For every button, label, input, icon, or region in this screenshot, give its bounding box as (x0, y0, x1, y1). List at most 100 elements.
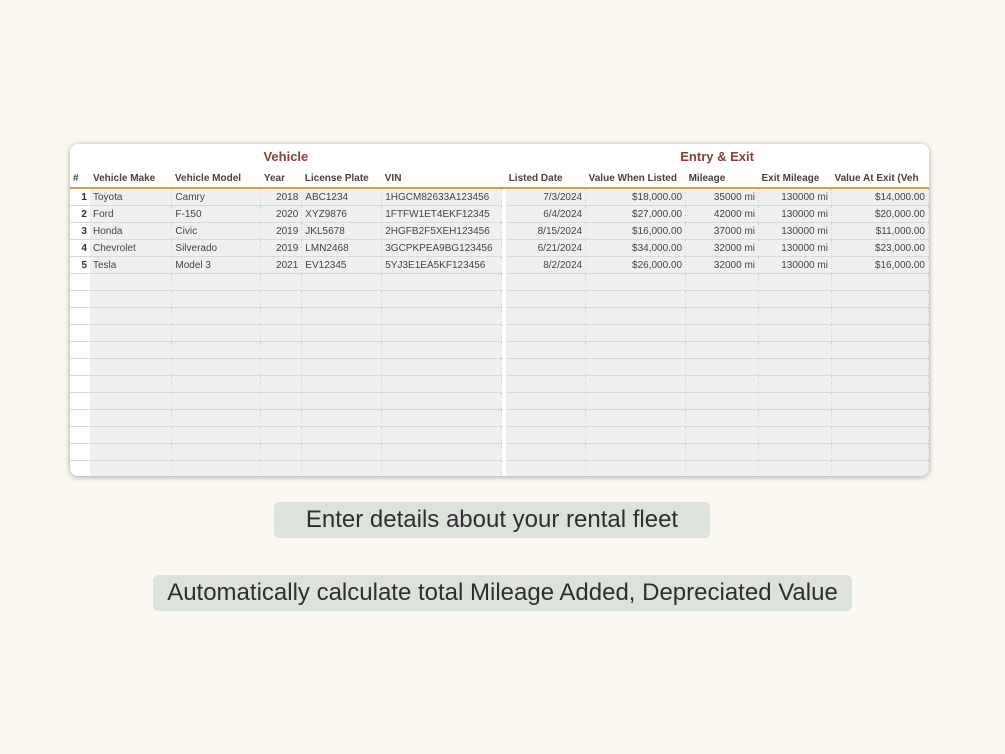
table-cell[interactable]: 5YJ3E1EA5KF123456 (381, 256, 503, 274)
table-cell[interactable] (685, 392, 759, 410)
table-cell[interactable] (758, 358, 832, 376)
table-cell[interactable] (685, 273, 759, 291)
column-header[interactable]: License Plate (301, 169, 382, 189)
table-cell[interactable] (89, 392, 173, 410)
table-cell[interactable] (381, 341, 503, 359)
table-cell[interactable] (505, 324, 587, 342)
table-cell[interactable] (585, 307, 687, 325)
table-cell[interactable]: 130000 mi (758, 222, 832, 240)
table-cell[interactable]: F-150 (171, 205, 262, 223)
table-cell[interactable]: 130000 mi (758, 205, 832, 223)
table-cell[interactable] (260, 273, 303, 291)
table-cell[interactable]: $14,000.00 (831, 188, 929, 206)
table-cell[interactable]: $18,000.00 (585, 188, 687, 206)
table-cell[interactable]: 2021 (260, 256, 303, 274)
table-cell[interactable]: Tesla (89, 256, 173, 274)
table-cell[interactable]: ABC1234 (301, 188, 383, 206)
table-cell[interactable] (758, 443, 832, 461)
table-cell[interactable] (585, 358, 687, 376)
table-cell[interactable] (171, 409, 262, 427)
table-cell[interactable] (260, 358, 303, 376)
table-cell[interactable] (381, 307, 503, 325)
table-cell[interactable]: JKL5678 (301, 222, 383, 240)
table-cell[interactable] (585, 392, 687, 410)
table-cell[interactable] (301, 358, 383, 376)
table-cell[interactable] (381, 409, 503, 427)
table-cell[interactable] (505, 307, 587, 325)
table-cell[interactable] (585, 324, 687, 342)
table-cell[interactable] (831, 426, 929, 444)
table-cell[interactable] (171, 375, 262, 393)
table-cell[interactable] (505, 290, 587, 308)
table-cell[interactable] (381, 273, 503, 291)
column-header[interactable]: Listed Date (505, 169, 586, 189)
table-cell[interactable] (505, 426, 587, 444)
column-header[interactable]: Year (260, 169, 302, 189)
table-cell[interactable] (831, 460, 929, 476)
table-cell[interactable] (260, 443, 303, 461)
table-cell[interactable]: EV12345 (301, 256, 383, 274)
table-cell[interactable] (301, 426, 383, 444)
column-header[interactable]: VIN (381, 169, 502, 189)
table-cell[interactable] (89, 426, 173, 444)
table-cell[interactable]: 2018 (260, 188, 303, 206)
table-cell[interactable] (505, 341, 587, 359)
table-cell[interactable] (171, 443, 262, 461)
table-cell[interactable] (758, 273, 832, 291)
table-cell[interactable] (505, 443, 587, 461)
table-cell[interactable]: 1FTFW1ET4EKF12345 (381, 205, 503, 223)
table-cell[interactable]: XYZ9876 (301, 205, 383, 223)
table-cell[interactable]: 32000 mi (685, 239, 759, 257)
table-cell[interactable] (758, 426, 832, 444)
table-cell[interactable] (685, 443, 759, 461)
table-cell[interactable] (831, 409, 929, 427)
table-cell[interactable] (831, 375, 929, 393)
table-cell[interactable] (585, 443, 687, 461)
column-header[interactable]: # (70, 169, 90, 189)
table-cell[interactable] (260, 409, 303, 427)
table-cell[interactable] (381, 324, 503, 342)
table-cell[interactable]: 7/3/2024 (505, 188, 587, 206)
table-cell[interactable] (89, 358, 173, 376)
table-cell[interactable] (505, 375, 587, 393)
table-cell[interactable] (301, 460, 383, 476)
table-cell[interactable] (585, 341, 687, 359)
table-cell[interactable]: 6/4/2024 (505, 205, 587, 223)
table-cell[interactable] (505, 409, 587, 427)
table-cell[interactable] (171, 460, 262, 476)
table-cell[interactable] (260, 341, 303, 359)
table-cell[interactable] (758, 341, 832, 359)
table-cell[interactable] (685, 358, 759, 376)
table-cell[interactable]: $27,000.00 (585, 205, 687, 223)
column-header[interactable]: Vehicle Make (89, 169, 172, 189)
table-cell[interactable] (758, 375, 832, 393)
column-header[interactable]: Exit Mileage (758, 169, 832, 189)
table-cell[interactable] (381, 443, 503, 461)
table-cell[interactable] (381, 358, 503, 376)
table-cell[interactable] (260, 375, 303, 393)
table-cell[interactable] (260, 426, 303, 444)
table-cell[interactable]: Silverado (171, 239, 262, 257)
table-cell[interactable]: 2019 (260, 222, 303, 240)
table-cell[interactable] (758, 392, 832, 410)
table-cell[interactable] (260, 392, 303, 410)
table-cell[interactable] (831, 273, 929, 291)
table-cell[interactable] (89, 290, 173, 308)
table-cell[interactable] (585, 409, 687, 427)
table-cell[interactable] (260, 324, 303, 342)
table-cell[interactable] (505, 358, 587, 376)
table-cell[interactable] (301, 409, 383, 427)
table-cell[interactable] (831, 307, 929, 325)
table-cell[interactable] (260, 307, 303, 325)
table-cell[interactable]: Honda (89, 222, 173, 240)
table-cell[interactable]: $11,000.00 (831, 222, 929, 240)
table-cell[interactable]: Civic (171, 222, 262, 240)
table-cell[interactable] (301, 273, 383, 291)
table-cell[interactable]: 6/21/2024 (505, 239, 587, 257)
table-cell[interactable] (585, 290, 687, 308)
table-cell[interactable] (505, 460, 587, 476)
table-cell[interactable] (89, 341, 173, 359)
table-cell[interactable]: 3GCPKPEA9BG123456 (381, 239, 503, 257)
table-cell[interactable] (505, 392, 587, 410)
table-cell[interactable] (171, 324, 262, 342)
